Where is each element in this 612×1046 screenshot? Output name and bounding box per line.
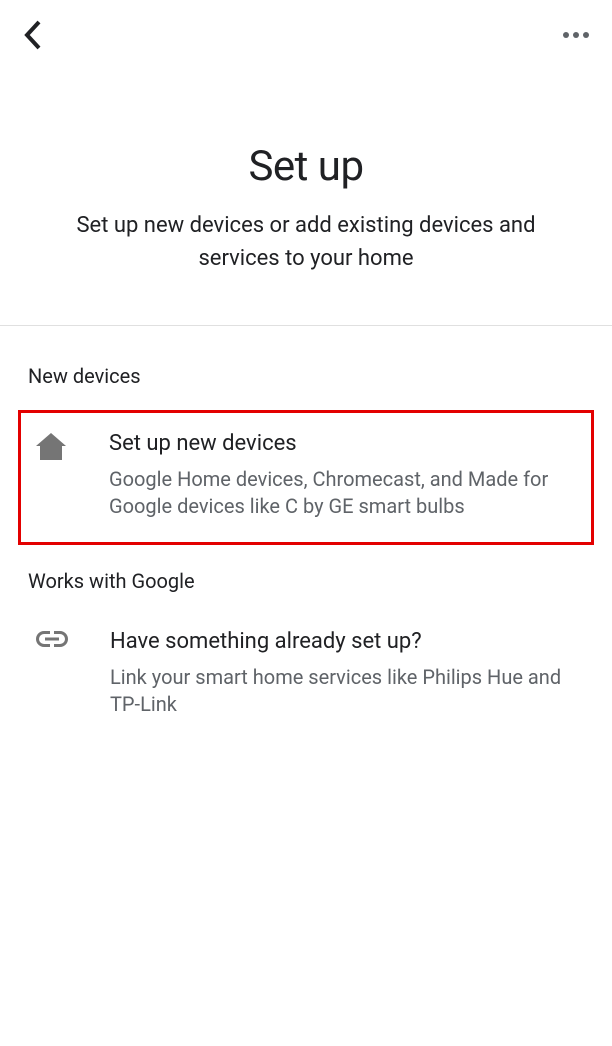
back-button[interactable] xyxy=(22,18,44,52)
section-works-with-google: Works with Google Have something already… xyxy=(0,545,612,740)
section-header-new-devices: New devices xyxy=(28,326,584,410)
home-icon xyxy=(31,431,71,461)
option-title-link-services: Have something already set up? xyxy=(110,629,574,654)
option-desc-new-devices: Google Home devices, Chromecast, and Mad… xyxy=(109,466,575,520)
more-horizontal-icon xyxy=(562,31,590,39)
option-link-services[interactable]: Have something already set up? Link your… xyxy=(28,621,584,740)
section-header-works-with-google: Works with Google xyxy=(28,545,584,621)
section-new-devices: New devices Set up new devices Google Ho… xyxy=(0,326,612,545)
option-desc-link-services: Link your smart home services like Phili… xyxy=(110,664,574,718)
back-chevron-icon xyxy=(22,18,44,52)
option-title-new-devices: Set up new devices xyxy=(109,431,575,456)
page-title: Set up xyxy=(30,142,582,191)
option-text: Set up new devices Google Home devices, … xyxy=(109,431,575,520)
option-setup-new-devices[interactable]: Set up new devices Google Home devices, … xyxy=(18,410,594,545)
title-area: Set up Set up new devices or add existin… xyxy=(0,62,612,325)
header-bar xyxy=(0,0,612,62)
option-text: Have something already set up? Link your… xyxy=(110,629,574,718)
page-subtitle: Set up new devices or add existing devic… xyxy=(30,209,582,275)
link-icon xyxy=(32,629,72,647)
more-button[interactable] xyxy=(562,31,590,39)
